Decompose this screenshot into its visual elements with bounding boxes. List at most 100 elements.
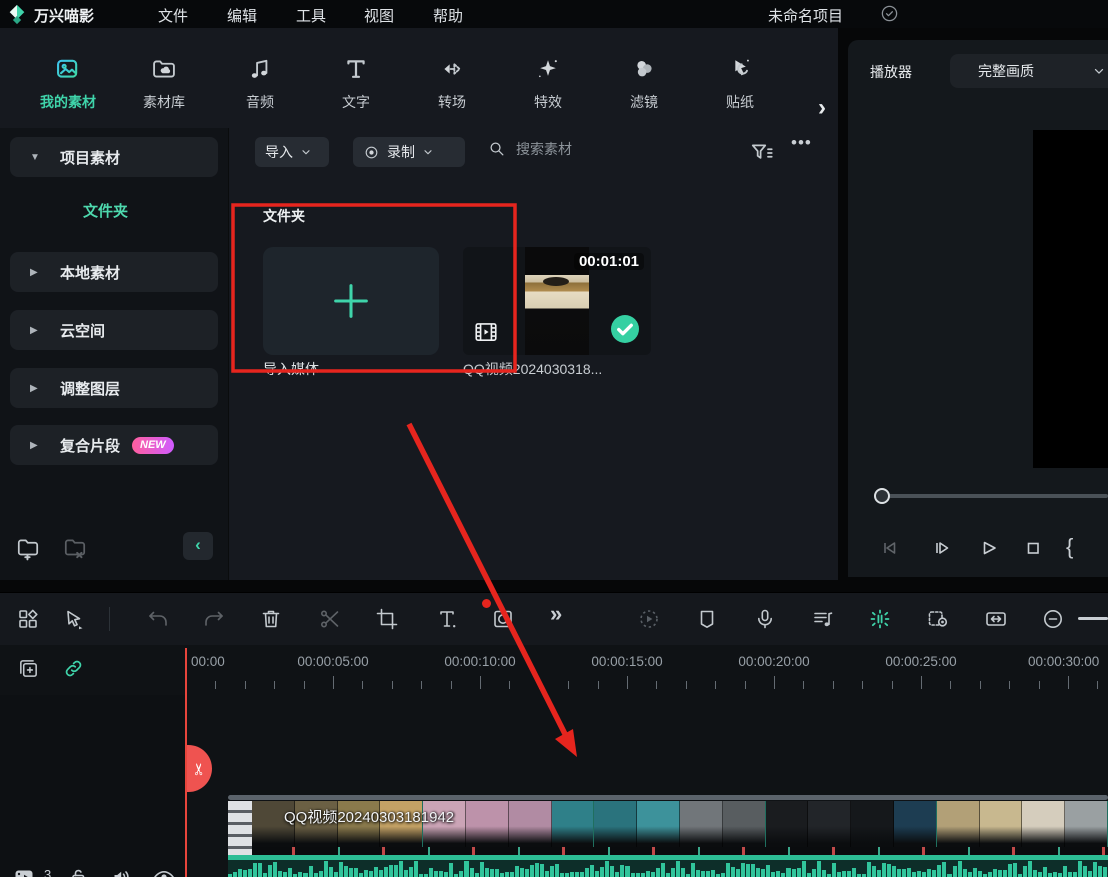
import-media-card[interactable] xyxy=(263,247,439,355)
tab-effects[interactable]: 特效 xyxy=(502,46,594,120)
stock-media-icon xyxy=(150,55,178,83)
media-panel: 导入 录制 ••• 文件夹 导入媒体 00:01:01 xyxy=(228,128,838,580)
menubar: 万兴喵影 文件 编辑 工具 视图 帮助 未命名项目 xyxy=(0,0,1108,28)
redo-icon[interactable] xyxy=(202,607,226,631)
clip-title: QQ视频20240303181942 xyxy=(284,806,454,827)
ribbon-tabbar: 我的素材 素材库 音频 文字 转场 xyxy=(0,28,838,128)
chevron-right-icon: ▶ xyxy=(30,267,42,278)
ruler-label: 00:00:10:00 xyxy=(444,654,515,669)
more-options-button[interactable]: ••• xyxy=(791,133,812,153)
playhead-scissors-badge[interactable]: ✂ xyxy=(187,745,212,792)
filter-icon[interactable] xyxy=(749,140,775,166)
import-media-label: 导入媒体 xyxy=(263,359,319,379)
split-scissors-icon[interactable] xyxy=(318,607,342,631)
effects-icon xyxy=(534,55,562,83)
more-tools-chevrons-icon[interactable]: » xyxy=(550,601,562,627)
collapse-sidebar-button[interactable]: ‹ xyxy=(183,532,213,560)
sidebar-item-adjustment-layer[interactable]: ▶ 调整图层 xyxy=(10,368,218,408)
ruler-label: 00:00:15:00 xyxy=(591,654,662,669)
mark-in-button[interactable]: { xyxy=(1066,534,1073,560)
keyframe-camera-icon[interactable] xyxy=(926,607,950,631)
sidebar-item-compound-clip[interactable]: ▶ 复合片段 NEW xyxy=(10,425,218,465)
plus-icon xyxy=(328,278,374,324)
chevron-right-icon: ▶ xyxy=(30,383,42,394)
clip-waveform xyxy=(228,860,1108,877)
timeline-video-clip[interactable]: ▶ QQ视频20240303181942 xyxy=(228,801,1108,877)
duplicate-icon[interactable] xyxy=(17,657,40,680)
track-number: 3 xyxy=(44,867,51,877)
delete-folder-icon[interactable] xyxy=(62,535,88,561)
mask-tool-icon[interactable] xyxy=(491,607,515,631)
video-media-label: QQ视频2024030318... xyxy=(463,359,651,379)
play-button[interactable] xyxy=(976,536,1000,560)
sidebar-item-cloud-space[interactable]: ▶ 云空间 xyxy=(10,310,218,350)
my-media-icon xyxy=(54,55,82,83)
zoom-slider[interactable] xyxy=(1078,617,1108,620)
menu-edit[interactable]: 编辑 xyxy=(227,5,257,26)
tab-my-media[interactable]: 我的素材 xyxy=(22,46,114,120)
mute-speaker-icon[interactable] xyxy=(110,865,134,877)
hide-track-eye-icon[interactable] xyxy=(152,865,176,877)
edit-toolbar: » xyxy=(0,592,1108,646)
timeline-ruler[interactable]: 00:00 00:00:05:00 00:00:10:00 00:00:15:0… xyxy=(186,645,1108,695)
toolbar-divider xyxy=(109,607,110,631)
notification-dot xyxy=(482,599,491,608)
tab-stickers[interactable]: 贴纸 xyxy=(694,46,786,120)
tab-text[interactable]: 文字 xyxy=(310,46,402,120)
ruler-ticks xyxy=(186,676,1108,691)
auto-ripple-icon[interactable] xyxy=(868,607,892,631)
text-tool-icon[interactable] xyxy=(435,607,459,631)
player-panel: 播放器 完整画质 { xyxy=(848,40,1108,577)
voiceover-mic-icon[interactable] xyxy=(753,607,777,631)
clip-marker-strip xyxy=(252,847,1108,855)
video-media-card[interactable]: 00:01:01 xyxy=(463,247,651,355)
link-clips-icon[interactable] xyxy=(62,657,85,680)
tab-stock-media[interactable]: 素材库 xyxy=(118,46,210,120)
ribbon-expand-chevron-icon[interactable]: › xyxy=(818,94,826,122)
next-frame-button[interactable] xyxy=(930,536,954,560)
filmstrip-icon xyxy=(473,319,499,345)
undo-icon[interactable] xyxy=(146,607,170,631)
stop-button[interactable] xyxy=(1021,536,1045,560)
previous-frame-button[interactable] xyxy=(878,536,902,560)
chevron-down-icon: ▼ xyxy=(30,152,42,163)
tab-filters[interactable]: 滤镜 xyxy=(598,46,690,120)
beat-detection-icon[interactable] xyxy=(811,607,835,631)
layout-tools-icon[interactable] xyxy=(16,607,40,631)
lock-open-icon[interactable] xyxy=(66,865,90,877)
render-preview-icon[interactable] xyxy=(637,607,661,631)
ruler-label: 00:00:30:00 xyxy=(1028,654,1099,669)
menu-file[interactable]: 文件 xyxy=(158,5,188,26)
new-folder-icon[interactable] xyxy=(15,535,41,561)
sidebar-item-folder[interactable]: 文件夹 xyxy=(58,200,153,221)
save-status-icon[interactable] xyxy=(880,4,899,23)
record-button[interactable]: 录制 xyxy=(353,137,465,167)
fit-timeline-icon[interactable] xyxy=(984,607,1008,631)
menu-tools[interactable]: 工具 xyxy=(296,5,326,26)
sidebar-item-project-media[interactable]: ▼ 项目素材 xyxy=(10,137,218,177)
marker-icon[interactable] xyxy=(695,607,719,631)
seek-track[interactable] xyxy=(883,494,1108,498)
search-input[interactable] xyxy=(514,140,668,158)
tab-audio[interactable]: 音频 xyxy=(214,46,306,120)
menu-view[interactable]: 视图 xyxy=(364,5,394,26)
select-tool-icon[interactable] xyxy=(62,607,86,631)
ruler-label: 00:00:25:00 xyxy=(885,654,956,669)
quality-dropdown[interactable]: 完整画质 xyxy=(950,54,1108,88)
tab-transitions[interactable]: 转场 xyxy=(406,46,498,120)
timeline-horizontal-scrollbar[interactable] xyxy=(228,795,1108,800)
chevron-right-icon: ▶ xyxy=(30,325,42,336)
crop-icon[interactable] xyxy=(375,607,399,631)
audio-icon xyxy=(246,55,274,83)
menu-help[interactable]: 帮助 xyxy=(433,5,463,26)
delete-icon[interactable] xyxy=(259,607,283,631)
ruler-label: 00:00 xyxy=(191,654,225,669)
timeline-panel: 00:00 00:00:05:00 00:00:10:00 00:00:15:0… xyxy=(0,645,1108,877)
app-name: 万兴喵影 xyxy=(34,5,94,26)
seek-knob[interactable] xyxy=(874,488,890,504)
project-title: 未命名项目 xyxy=(768,5,843,26)
import-button[interactable]: 导入 xyxy=(255,137,329,167)
sidebar-item-local-media[interactable]: ▶ 本地素材 xyxy=(10,252,218,292)
transition-icon xyxy=(438,55,466,83)
zoom-out-icon[interactable] xyxy=(1041,607,1065,631)
